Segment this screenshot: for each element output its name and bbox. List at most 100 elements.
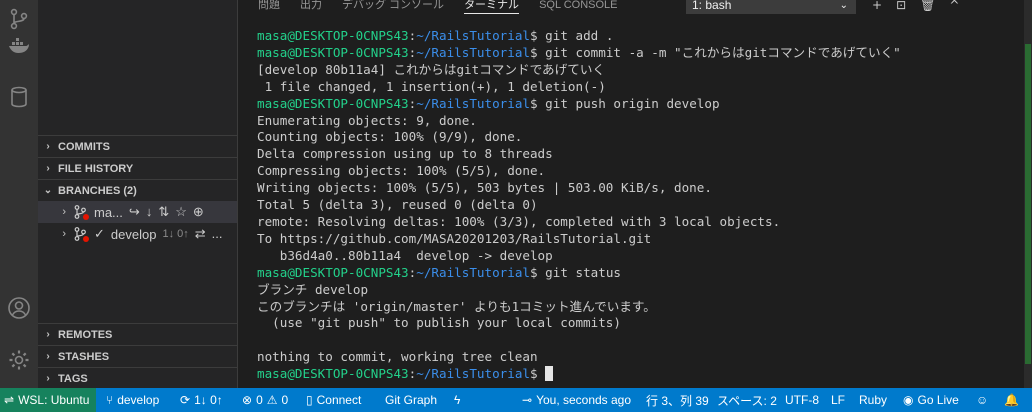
terminal-line: Enumerating objects: 9, done. [257, 113, 901, 130]
settings-gear-icon[interactable] [0, 343, 38, 377]
prompt-symbol: $ [529, 44, 538, 60]
remote-indicator[interactable]: ⇌ WSL: Ubuntu [0, 388, 96, 412]
terminal-line: nothing to commit, working tree clean [257, 349, 901, 366]
warning-count: 0 [281, 393, 289, 407]
chevron-right-icon: › [46, 373, 50, 384]
tab-problems[interactable]: 問題 [258, 0, 280, 14]
terminal-line: masa@DESKTOP-0CNPS43:~/RailsTutorial$ gi… [257, 45, 901, 62]
output-text: [develop 80b11a4] これからはgitコマンドであげていく [257, 61, 606, 77]
section-label: STASHES [58, 350, 110, 363]
terminal-line: masa@DESKTOP-0CNPS43:~/RailsTutorial$ gi… [257, 28, 901, 45]
switch-branch-icon[interactable]: ↪ [129, 204, 140, 220]
command-text [538, 366, 546, 381]
git-graph-button[interactable]: Git Graph [385, 388, 437, 412]
section-remotes[interactable]: › REMOTES [38, 323, 237, 345]
notifications-bell-icon[interactable]: 🔔 [1004, 388, 1019, 412]
prompt-path: ~/RailsTutorial [416, 366, 530, 382]
database-icon[interactable] [0, 80, 38, 114]
cursor-position[interactable]: 行 3、列 39 [646, 388, 709, 412]
indentation-status[interactable]: スペース: 2 [717, 388, 777, 412]
compare-icon[interactable]: ⇅ [158, 204, 169, 220]
star-icon[interactable]: ☆ [175, 204, 187, 220]
docker-icon[interactable] [0, 29, 38, 63]
branch-item-master[interactable]: › ma... ↪ ↓ ⇅ ☆ ⊕ [38, 201, 237, 223]
output-text: Total 5 (delta 3), reused 0 (delta 0) [257, 197, 538, 213]
terminal-line: Total 5 (delta 3), reused 0 (delta 0) [257, 197, 901, 214]
terminal-line: masa@DESKTOP-0CNPS43:~/RailsTutorial$ [257, 366, 901, 383]
terminal-line: masa@DESKTOP-0CNPS43:~/RailsTutorial$ gi… [257, 96, 901, 113]
branch-item-develop[interactable]: › ✓ develop 1↓ 0↑ ⇄ ... [38, 223, 237, 245]
tab-output[interactable]: 出力 [300, 0, 322, 14]
terminal-select[interactable]: 1: bash ⌄ [686, 0, 856, 14]
output-text: nothing to commit, working tree clean [257, 349, 538, 365]
problems-status[interactable]: ⊗ 0 ⚠ 0 [242, 388, 288, 412]
encoding-status[interactable]: UTF-8 [785, 388, 819, 412]
pull-icon[interactable]: ↓ [146, 204, 153, 220]
section-label: TAGS [58, 372, 88, 385]
spaces-label: スペース: 2 [717, 393, 777, 408]
terminal-line: masa@DESKTOP-0CNPS43:~/RailsTutorial$ gi… [257, 265, 901, 282]
terminal-line: 1 file changed, 1 insertion(+), 1 deleti… [257, 79, 901, 96]
remote-label: WSL: Ubuntu [18, 393, 90, 407]
prompt-user: masa@DESKTOP-0CNPS43 [257, 28, 409, 43]
status-bar: ⇌ WSL: Ubuntu ⑂ develop ⟳ 1↓ 0↑ ⊗ 0 ⚠ 0 … [0, 388, 1032, 412]
ahead-behind-count: 1↓ 0↑ [162, 228, 189, 240]
command-text: git push origin develop [537, 95, 720, 111]
language-status[interactable]: Ruby [859, 388, 887, 412]
open-on-remote-icon[interactable]: ⊕ [193, 204, 204, 220]
account-icon[interactable] [0, 291, 38, 325]
git-blame-status[interactable]: ⊸ You, seconds ago [522, 388, 631, 412]
warning-icon: ⚠ [266, 393, 278, 407]
prompt-user: masa@DESKTOP-0CNPS43 [257, 44, 409, 60]
tab-debug-console[interactable]: デバッグ コンソール [342, 0, 444, 14]
error-icon: ⊗ [242, 393, 253, 407]
tab-terminal[interactable]: ターミナル [464, 0, 520, 14]
branch-label: develop [117, 393, 160, 407]
section-file-history[interactable]: › FILE HISTORY [38, 157, 237, 179]
prompt-path: ~/RailsTutorial [416, 44, 530, 60]
chevron-right-icon: › [46, 329, 50, 340]
terminal-line: b36d4a0..80b11a4 develop -> develop [257, 248, 901, 265]
terminal-line: To https://github.com/MASA20201203/Rails… [257, 231, 901, 248]
broadcast-icon: ◉ [903, 393, 914, 407]
scrollbar-track[interactable] [1024, 0, 1032, 388]
tab-sql-console[interactable]: SQL CONSOLE [539, 0, 617, 14]
prompt-symbol: $ [529, 264, 538, 280]
branch-status[interactable]: ⑂ develop [106, 388, 159, 412]
connect-status[interactable]: ▯ Connect [306, 388, 361, 412]
terminal-line: [develop 80b11a4] これからはgitコマンドであげていく [257, 62, 901, 79]
trash-icon[interactable]: 🗑 [920, 0, 935, 11]
output-text: Compressing objects: 100% (5/5), done. [257, 163, 546, 179]
command-text: git status [537, 264, 621, 280]
remote-icon: ⇌ [4, 393, 15, 407]
scrollbar-thumb[interactable] [1025, 44, 1031, 364]
eol-status[interactable]: LF [831, 388, 845, 412]
chevron-right-icon[interactable]: › [38, 206, 72, 218]
feedback-icon[interactable]: ☺ [976, 388, 988, 412]
compare-icon[interactable]: ⇄ [195, 226, 206, 242]
section-tags[interactable]: › TAGS [38, 367, 237, 389]
split-terminal-icon[interactable]: ⊡ [896, 0, 906, 11]
chevron-right-icon[interactable]: › [38, 228, 72, 240]
git-graph-label: Git Graph [385, 393, 438, 407]
new-terminal-icon[interactable]: + [872, 0, 882, 11]
more-actions-icon[interactable]: ... [212, 226, 223, 242]
section-label: COMMITS [58, 140, 110, 153]
section-branches[interactable]: ⌄ BRANCHES (2) [38, 179, 237, 201]
terminal-line: ブランチ develop [257, 282, 901, 299]
prompt-path: ~/RailsTutorial [416, 28, 530, 43]
panel-actions: + ⊡ 🗑 ^ [872, 0, 959, 11]
section-commits[interactable]: › COMMITS [38, 135, 237, 157]
connect-label: Connect [316, 393, 362, 407]
sync-status[interactable]: ⟳ 1↓ 0↑ [180, 388, 223, 412]
error-count: 0 [256, 393, 263, 407]
section-stashes[interactable]: › STASHES [38, 345, 237, 367]
go-live-button[interactable]: ◉ Go Live [903, 388, 959, 412]
maximize-panel-icon[interactable]: ^ [949, 0, 959, 11]
chevron-right-icon: › [46, 351, 50, 362]
terminal-output[interactable]: masa@DESKTOP-0CNPS43:~/RailsTutorial$ gi… [257, 28, 901, 383]
prompt-user: masa@DESKTOP-0CNPS43 [257, 95, 409, 111]
chevron-down-icon: ⌄ [43, 185, 53, 196]
lightning-icon[interactable]: ϟ [454, 388, 460, 412]
